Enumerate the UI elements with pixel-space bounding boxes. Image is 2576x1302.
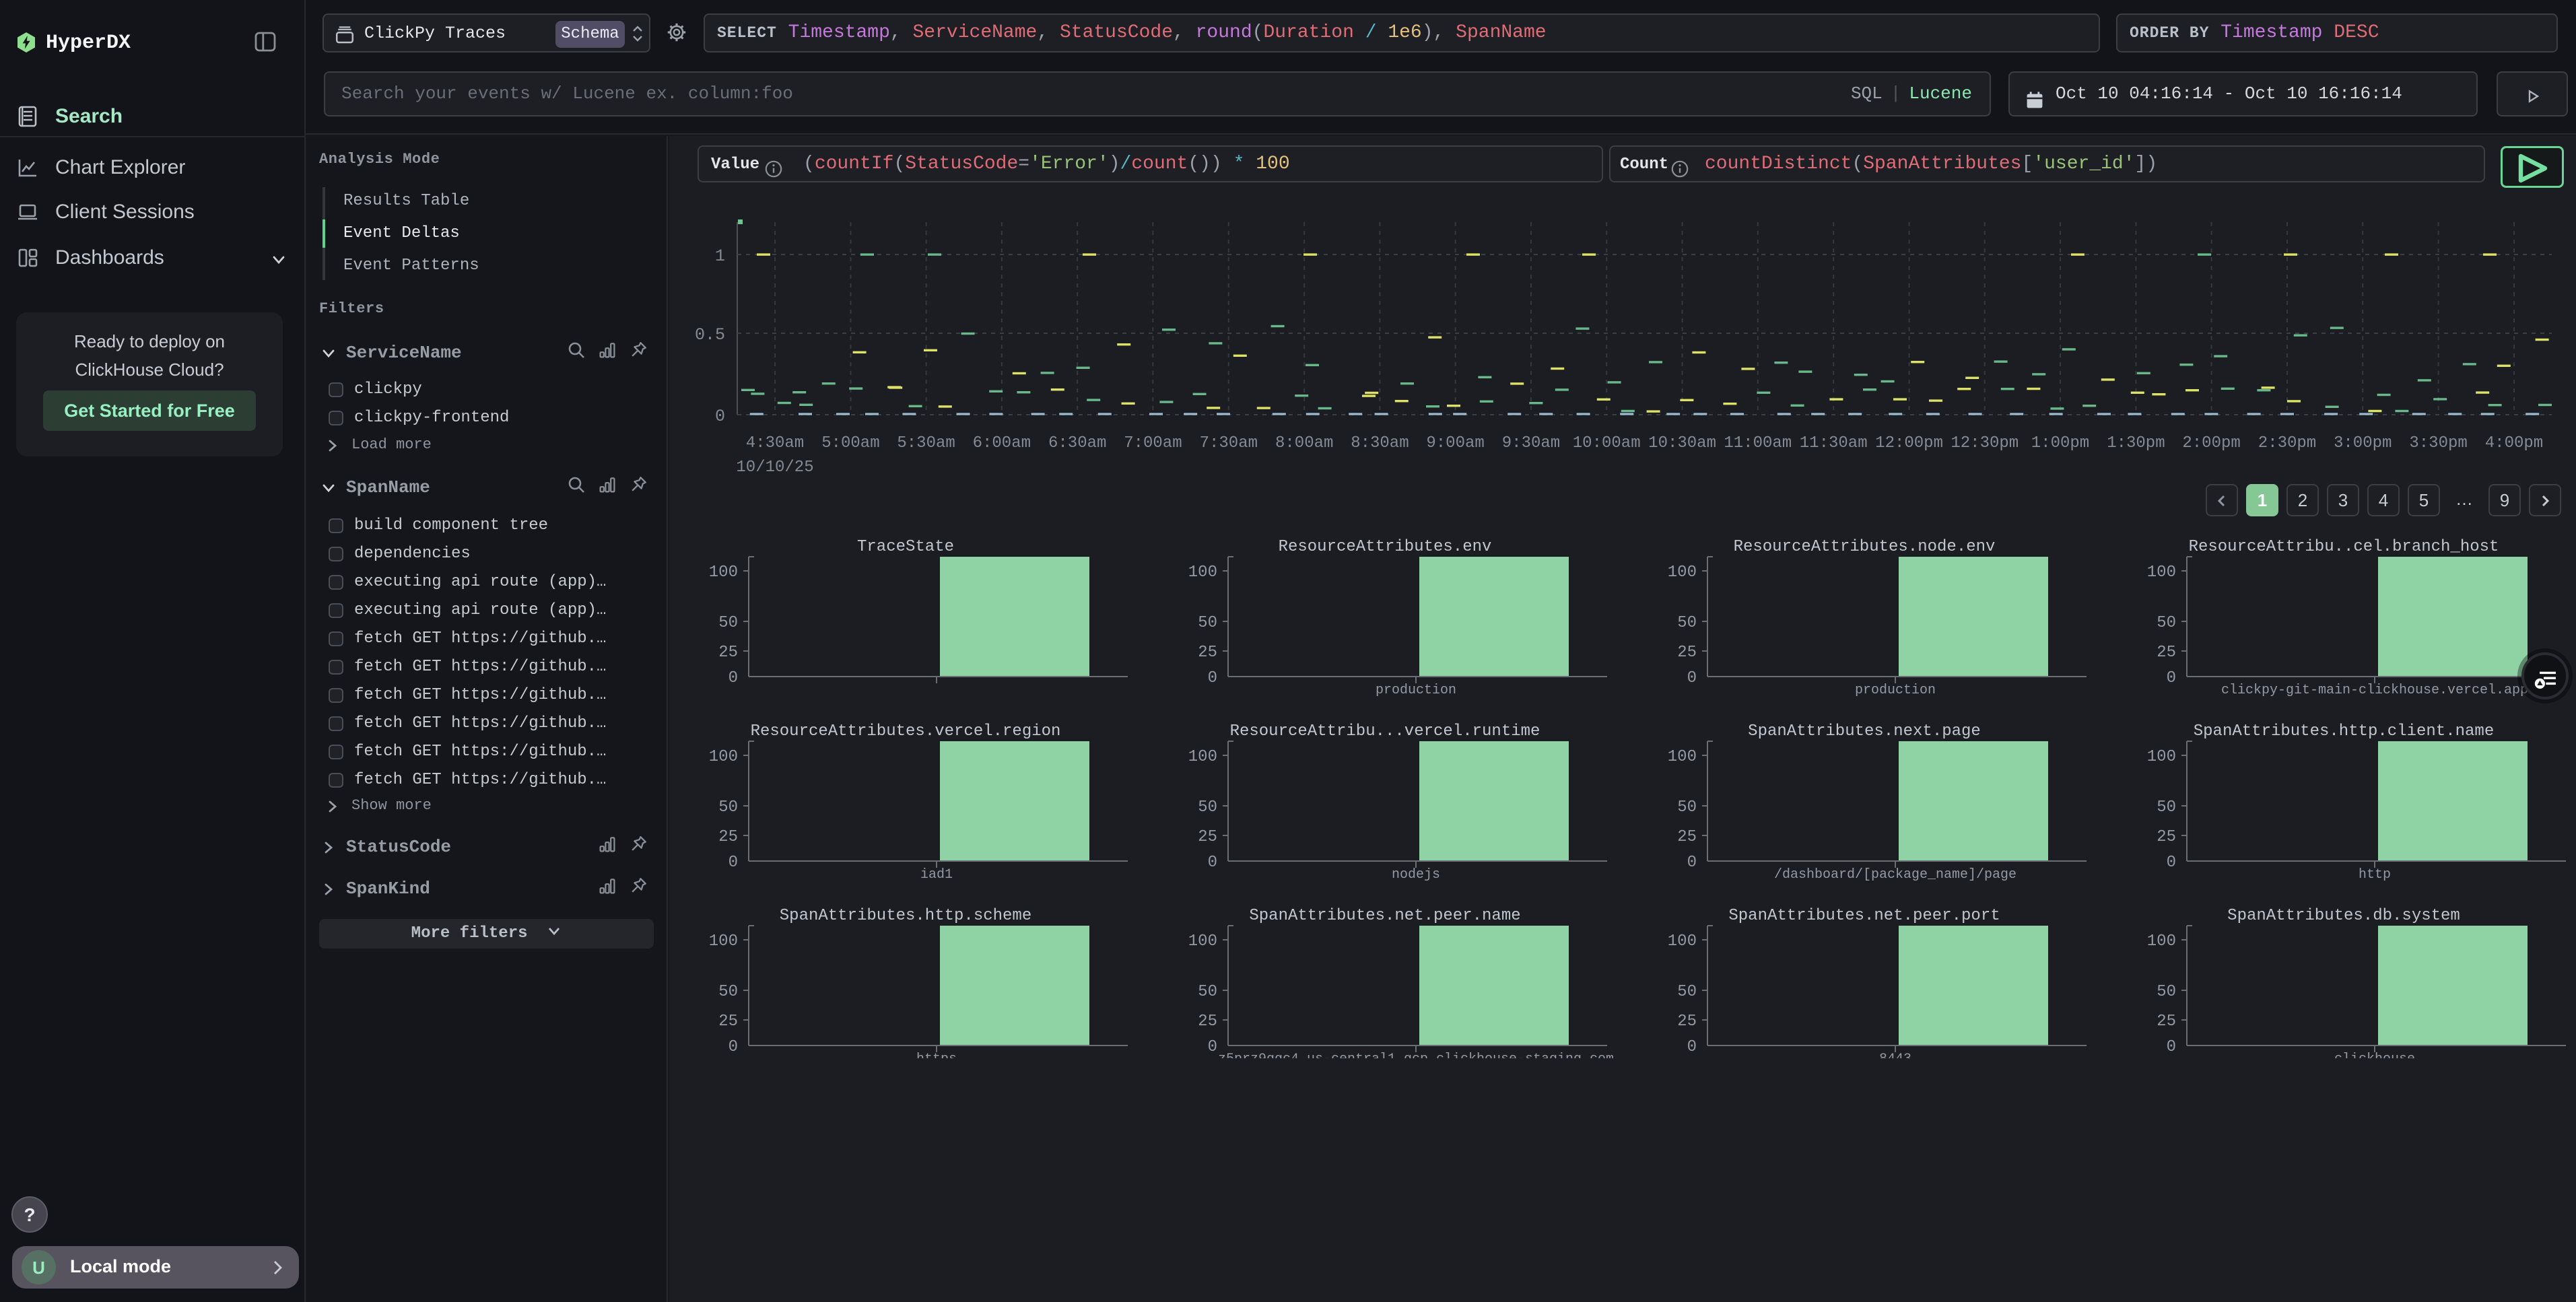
svg-text:clickpy-git-main-clickhouse.ve: clickpy-git-main-clickhouse.vercel.app — [2221, 683, 2528, 698]
svg-text:4:00pm: 4:00pm — [2485, 434, 2543, 452]
svg-text:50: 50 — [2157, 983, 2176, 1001]
svg-text:8443: 8443 — [1879, 1052, 1911, 1058]
svg-text:50: 50 — [1198, 983, 1217, 1001]
svg-text:0: 0 — [1208, 854, 1217, 872]
svg-text:SpanAttributes.next.page: SpanAttributes.next.page — [1748, 722, 1981, 741]
svg-text:100: 100 — [1668, 748, 1697, 766]
svg-text:0: 0 — [728, 854, 738, 872]
svg-text:50: 50 — [2157, 614, 2176, 632]
svg-text:6:00am: 6:00am — [973, 434, 1031, 452]
svg-text:0: 0 — [1687, 854, 1697, 872]
svg-text:5:30am: 5:30am — [897, 434, 955, 452]
svg-text:7:00am: 7:00am — [1124, 434, 1182, 452]
svg-text:50: 50 — [718, 798, 738, 817]
svg-text:100: 100 — [709, 748, 738, 766]
svg-text:100: 100 — [709, 563, 738, 582]
svg-text:6:30am: 6:30am — [1048, 434, 1106, 452]
svg-text:25: 25 — [1677, 644, 1697, 662]
svg-text:1: 1 — [715, 246, 725, 266]
svg-text:SpanAttributes.http.client.nam: SpanAttributes.http.client.name — [2194, 722, 2494, 741]
svg-text:nodejs: nodejs — [1392, 867, 1440, 883]
svg-text:50: 50 — [1198, 798, 1217, 817]
svg-text:25: 25 — [1677, 828, 1697, 846]
svg-text:50: 50 — [1677, 614, 1697, 632]
svg-text:50: 50 — [718, 614, 738, 632]
svg-text:https: https — [916, 1052, 957, 1058]
svg-text:9:00am: 9:00am — [1426, 434, 1484, 452]
svg-text:25: 25 — [1198, 644, 1217, 662]
svg-text:10/10/25: 10/10/25 — [736, 458, 813, 477]
svg-text:3:00pm: 3:00pm — [2334, 434, 2392, 452]
svg-text:SpanAttributes.net.peer.port: SpanAttributes.net.peer.port — [1728, 907, 2000, 925]
svg-text:ResourceAttribu...vercel.runti: ResourceAttribu...vercel.runtime — [1230, 722, 1540, 741]
svg-text:7:30am: 7:30am — [1200, 434, 1258, 452]
svg-text:0: 0 — [1687, 1038, 1697, 1056]
svg-text:100: 100 — [2147, 563, 2176, 582]
svg-text:/dashboard/[package_name]/page: /dashboard/[package_name]/page — [1774, 867, 2016, 883]
svg-text:http: http — [2359, 867, 2391, 883]
svg-text:SpanAttributes.db.system: SpanAttributes.db.system — [2227, 907, 2460, 925]
svg-text:z5prz9ggc4.us-central1.gcp.cli: z5prz9ggc4.us-central1.gcp.clickhouse-st… — [1218, 1052, 1614, 1058]
svg-text:25: 25 — [718, 828, 738, 846]
svg-text:10:00am: 10:00am — [1573, 434, 1641, 452]
svg-text:3:30pm: 3:30pm — [2409, 434, 2467, 452]
svg-text:50: 50 — [2157, 798, 2176, 817]
svg-text:production: production — [1855, 683, 1936, 698]
svg-text:2:00pm: 2:00pm — [2182, 434, 2240, 452]
svg-text:0.5: 0.5 — [695, 325, 725, 345]
svg-text:50: 50 — [1198, 614, 1217, 632]
svg-text:production: production — [1376, 683, 1456, 698]
svg-text:50: 50 — [1677, 983, 1697, 1001]
svg-text:5:00am: 5:00am — [821, 434, 879, 452]
svg-text:25: 25 — [1198, 828, 1217, 846]
svg-text:2:30pm: 2:30pm — [2258, 434, 2316, 452]
svg-text:100: 100 — [709, 932, 738, 951]
svg-text:25: 25 — [2157, 644, 2176, 662]
svg-text:ResourceAttributes.vercel.regi: ResourceAttributes.vercel.region — [751, 722, 1061, 741]
svg-text:10:30am: 10:30am — [1648, 434, 1716, 452]
svg-text:0: 0 — [1208, 669, 1217, 687]
svg-text:25: 25 — [2157, 828, 2176, 846]
svg-text:1:00pm: 1:00pm — [2031, 434, 2089, 452]
svg-text:100: 100 — [1188, 932, 1217, 951]
svg-text:0: 0 — [715, 407, 725, 426]
svg-text:8:00am: 8:00am — [1275, 434, 1333, 452]
svg-text:11:00am: 11:00am — [1724, 434, 1792, 452]
svg-text:25: 25 — [718, 644, 738, 662]
svg-text:25: 25 — [1198, 1013, 1217, 1031]
svg-text:11:30am: 11:30am — [1800, 434, 1868, 452]
svg-text:ResourceAttributes.env: ResourceAttributes.env — [1279, 538, 1492, 556]
svg-text:100: 100 — [1668, 563, 1697, 582]
svg-text:100: 100 — [2147, 748, 2176, 766]
svg-text:100: 100 — [1188, 748, 1217, 766]
svg-text:50: 50 — [1677, 798, 1697, 817]
svg-text:25: 25 — [718, 1013, 738, 1031]
svg-text:0: 0 — [2167, 854, 2176, 872]
svg-text:iad1: iad1 — [920, 867, 953, 883]
svg-text:0: 0 — [728, 1038, 738, 1056]
svg-text:ResourceAttribu..cel.branch_ho: ResourceAttribu..cel.branch_host — [2189, 538, 2499, 556]
svg-text:9:30am: 9:30am — [1502, 434, 1560, 452]
svg-text:25: 25 — [1677, 1013, 1697, 1031]
svg-text:1:30pm: 1:30pm — [2107, 434, 2165, 452]
svg-text:4:30am: 4:30am — [746, 434, 804, 452]
svg-text:100: 100 — [1188, 563, 1217, 582]
svg-text:0: 0 — [2167, 669, 2176, 687]
svg-text:25: 25 — [2157, 1013, 2176, 1031]
svg-text:0: 0 — [728, 669, 738, 687]
svg-text:8:30am: 8:30am — [1351, 434, 1409, 452]
svg-text:ResourceAttributes.node.env: ResourceAttributes.node.env — [1734, 538, 1996, 556]
svg-text:100: 100 — [1668, 932, 1697, 951]
svg-text:SpanAttributes.net.peer.name: SpanAttributes.net.peer.name — [1249, 907, 1520, 925]
svg-text:clickhouse: clickhouse — [2334, 1052, 2415, 1058]
svg-text:50: 50 — [718, 983, 738, 1001]
svg-text:12:00pm: 12:00pm — [1875, 434, 1943, 452]
svg-text:TraceState: TraceState — [857, 538, 954, 556]
svg-text:0: 0 — [1687, 669, 1697, 687]
svg-text:100: 100 — [2147, 932, 2176, 951]
svg-text:SpanAttributes.http.scheme: SpanAttributes.http.scheme — [780, 907, 1031, 925]
svg-text:0: 0 — [2167, 1038, 2176, 1056]
svg-text:12:30pm: 12:30pm — [1951, 434, 2019, 452]
svg-text:0: 0 — [1208, 1038, 1217, 1056]
